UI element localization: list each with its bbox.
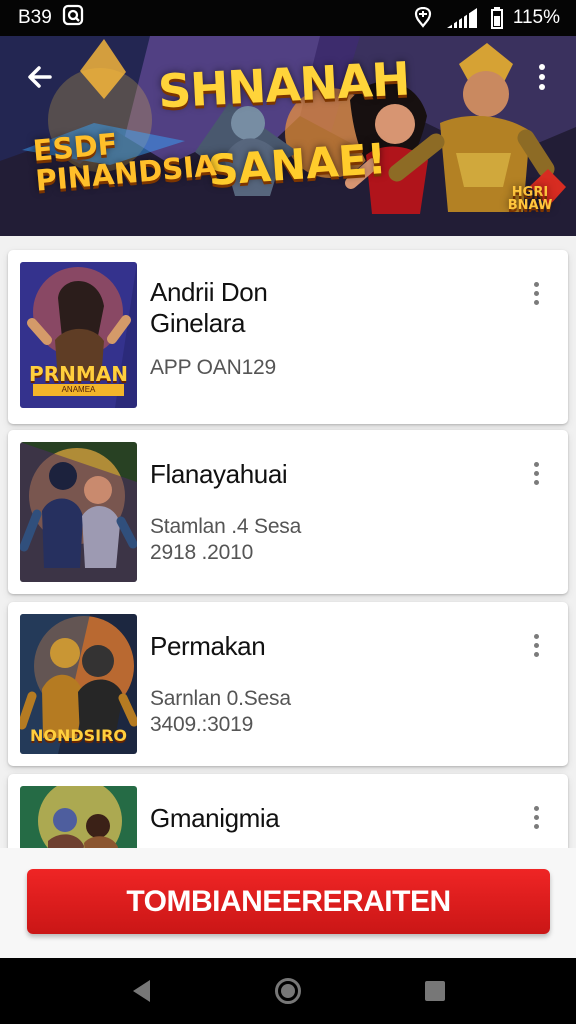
hero-banner: SHNANAH SANAE! ESDF PINANDSIA HGRI BNAW <box>0 36 576 236</box>
game-thumbnail[interactable] <box>20 442 137 582</box>
game-meta: APP OAN129 <box>150 356 277 379</box>
system-navigation-bar <box>0 958 576 1024</box>
status-right: 115% <box>411 6 560 30</box>
overflow-menu-icon[interactable] <box>521 630 551 660</box>
game-card[interactable]: PRNMAN ANAMEA Andrii Don Ginelara APP OA… <box>8 250 568 424</box>
overflow-menu-icon[interactable] <box>522 57 562 97</box>
game-title[interactable]: Flanayahuai <box>150 459 510 490</box>
thumbnail-logo: NONDSIRO <box>29 726 128 745</box>
notification-icon <box>62 4 84 32</box>
home-circle-icon[interactable] <box>263 966 313 1016</box>
game-title[interactable]: Gmanigmia <box>150 803 510 834</box>
recents-square-icon[interactable] <box>410 966 460 1016</box>
game-list: PRNMAN ANAMEA Andrii Don Ginelara APP OA… <box>0 236 576 848</box>
battery-icon <box>489 6 503 30</box>
game-card[interactable]: Gmanigmia <box>8 774 568 848</box>
signal-icon <box>445 6 479 30</box>
battery-percent: 115% <box>512 7 560 28</box>
game-thumbnail-art <box>20 442 137 582</box>
game-thumbnail[interactable]: NONDSIRO <box>20 614 137 754</box>
back-arrow-icon[interactable] <box>20 57 60 97</box>
game-meta: Stamlan .4 Sesa <box>150 515 302 538</box>
game-thumbnail[interactable] <box>20 786 137 848</box>
game-title[interactable]: Permakan <box>150 631 510 662</box>
game-thumbnail[interactable]: PRNMAN ANAMEA <box>20 262 137 408</box>
game-card[interactable]: NONDSIRO Permakan Sarnlan 0.Sesa 3409.:3… <box>8 602 568 766</box>
status-time: B39 <box>18 7 52 28</box>
banner-tag: HGRI BNAW <box>507 185 553 213</box>
game-meta: Sarnlan 0.Sesa <box>150 687 291 710</box>
game-title[interactable]: Andrii Don Ginelara <box>150 277 510 339</box>
back-triangle-icon[interactable] <box>116 966 166 1016</box>
location-icon <box>411 7 435 29</box>
status-left: B39 <box>18 4 84 32</box>
game-card[interactable]: Flanayahuai Stamlan .4 Sesa 2918 .2010 <box>8 430 568 594</box>
thumbnail-subtitle: ANAMEA <box>33 384 124 396</box>
status-bar: B39 115% <box>0 0 576 36</box>
primary-action-button[interactable]: TOMBIANEERERAITEN <box>27 869 550 934</box>
overflow-menu-icon[interactable] <box>521 802 551 832</box>
overflow-menu-icon[interactable] <box>521 458 551 488</box>
game-meta: 3409.:3019 <box>150 713 254 736</box>
overflow-menu-icon[interactable] <box>521 278 551 308</box>
game-thumbnail-art <box>20 786 137 848</box>
game-meta: 2918 .2010 <box>150 541 254 564</box>
bottom-action-area: TOMBIANEERERAITEN <box>0 848 576 958</box>
thumbnail-logo: PRNMAN <box>29 362 128 386</box>
